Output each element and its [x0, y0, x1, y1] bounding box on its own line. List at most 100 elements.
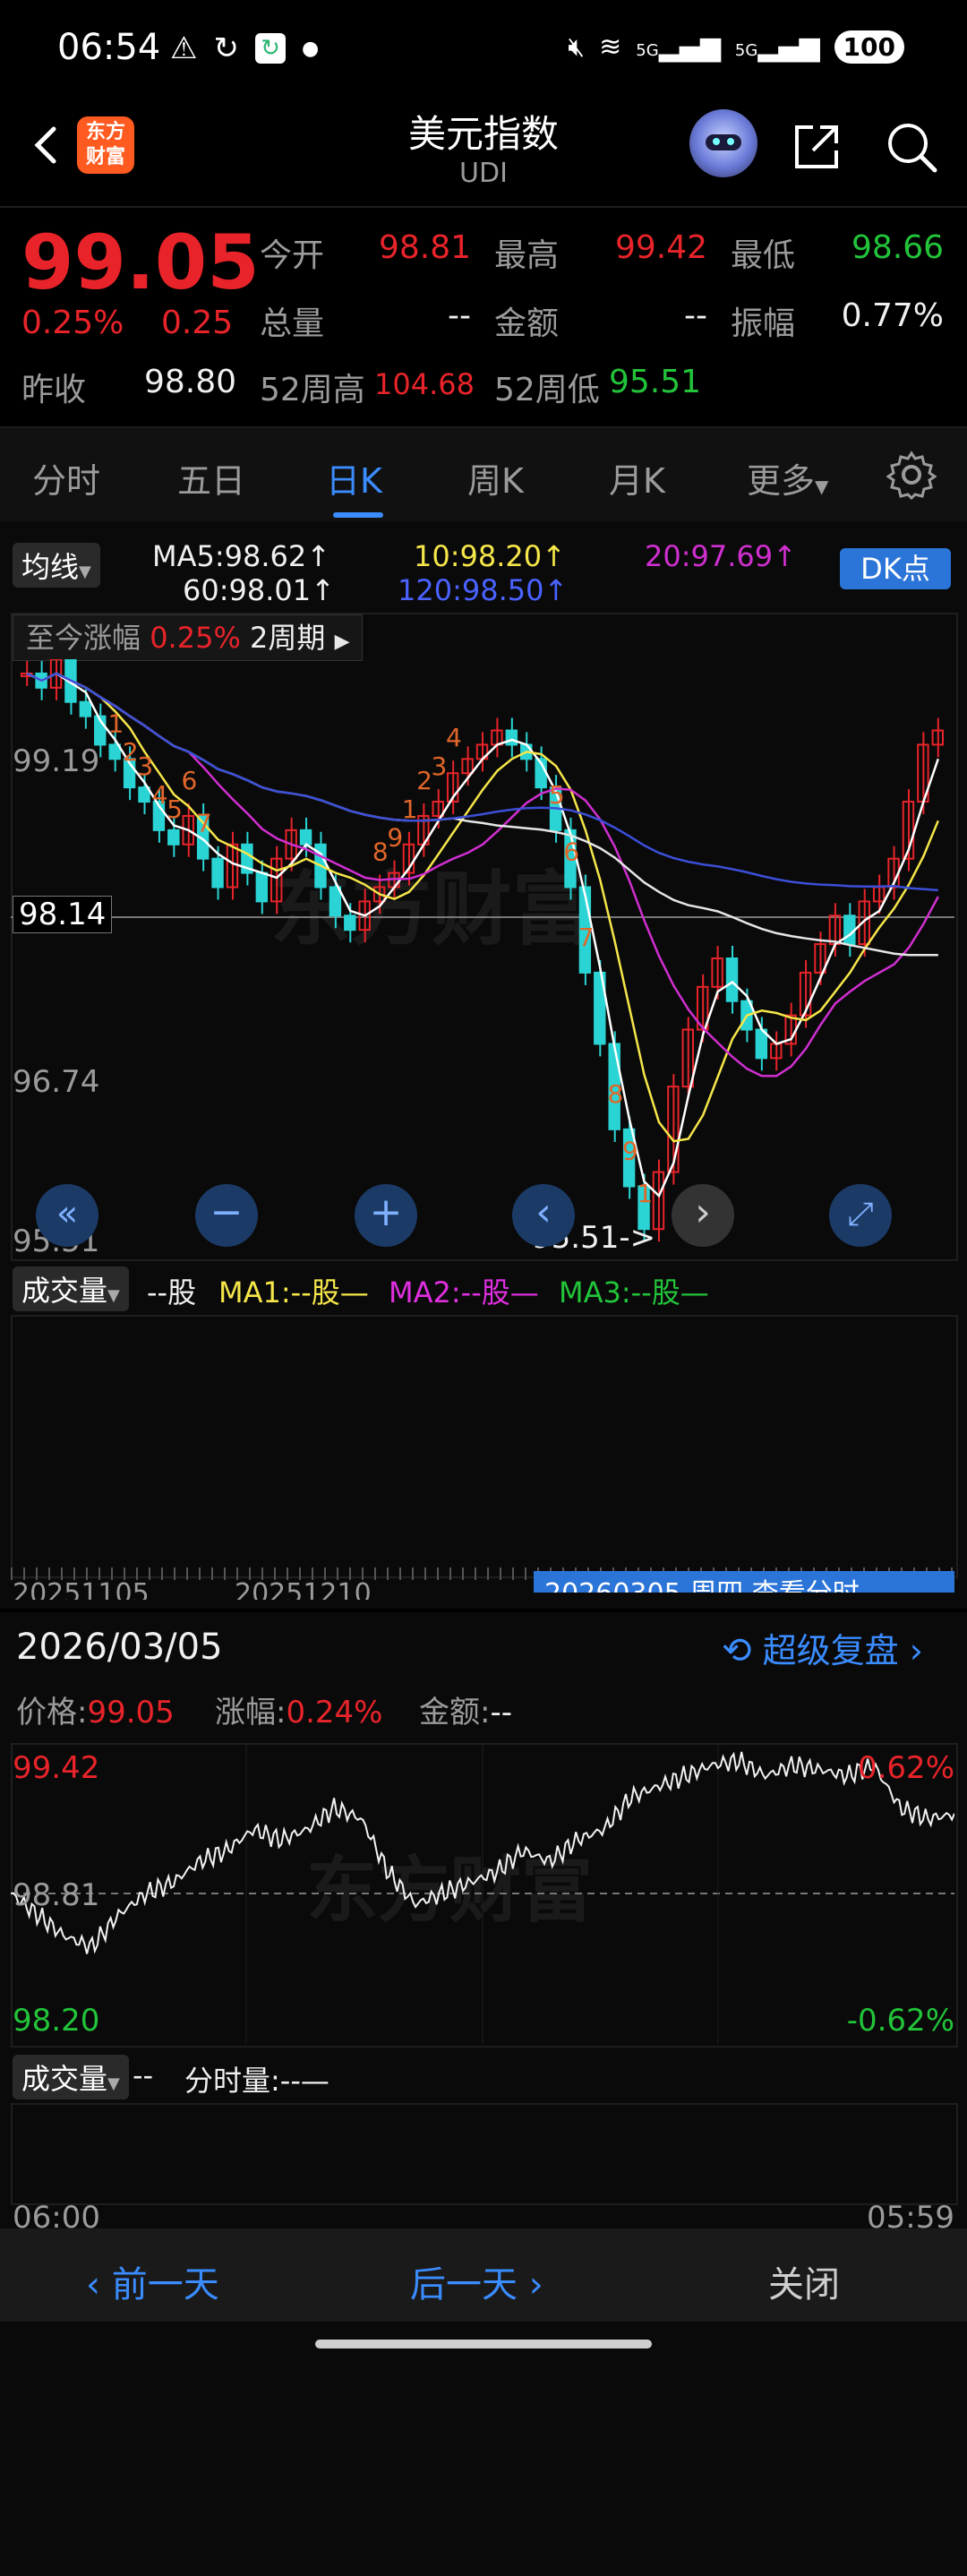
count-marker: 9 [622, 1136, 638, 1165]
status-time: 06:54 [57, 27, 161, 68]
indicator-select[interactable]: 均线▼ [13, 543, 100, 588]
intraday-volume-frame [11, 2103, 958, 2205]
candle-body [167, 829, 180, 846]
volume-plot-frame [11, 1315, 958, 1578]
super-replay-button[interactable]: ⟲ 超级复盘 › [722, 1623, 923, 1672]
day-amount: 金额:-- [419, 1695, 513, 1730]
count-marker: 6 [182, 766, 198, 795]
assistant-robot-icon[interactable] [689, 109, 757, 177]
amplitude-label: 振幅 [731, 305, 796, 342]
intraday-top-value: 99.42 [13, 1750, 100, 1786]
battery-indicator: 100 [834, 30, 904, 64]
count-marker: 1 [402, 794, 418, 824]
candle-body [329, 886, 342, 917]
selected-date-tip[interactable]: 20260305 周四 查看分时 [534, 1571, 954, 1593]
candle-body [79, 700, 92, 717]
count-marker: 7 [196, 809, 212, 838]
dot-icon: ● [301, 37, 320, 60]
change-value: 0.25 [161, 305, 234, 341]
scroll-left-button[interactable]: ‹ [512, 1184, 575, 1247]
count-marker: 2 [416, 766, 432, 795]
count-marker: 1 [107, 708, 124, 738]
candle-body [344, 914, 356, 932]
intraday-svg[interactable]: 东方财富 [11, 1743, 954, 2044]
period-tabs: 分时 五日 日K 周K 月K 更多▼ [0, 426, 967, 523]
vol-ma3: MA3:--股— [559, 1275, 709, 1309]
day-price: 价格:99.05 [16, 1695, 175, 1730]
ma10-label: 10:98.20↑ [414, 539, 566, 573]
candle-body [725, 957, 739, 1002]
count-marker: 5 [167, 794, 183, 824]
candle-body [211, 857, 224, 889]
count-marker: 3 [137, 751, 153, 781]
tab-more[interactable]: 更多▼ [747, 453, 828, 502]
count-marker: 9 [387, 823, 403, 853]
ma60-label: 60:98.01↑ [183, 573, 335, 607]
tab-intraday[interactable]: 分时 [32, 453, 100, 502]
tab-daily-k[interactable]: 日K [326, 453, 382, 502]
app-header: 东方 财富 美元指数 UDI [0, 99, 967, 208]
wk52-low-value: 95.51 [609, 364, 702, 400]
tab-five-day[interactable]: 五日 [177, 453, 245, 502]
current-price: 99.05 [21, 219, 260, 306]
volume-label: 总量 [260, 305, 325, 342]
bottom-nav-bar: ‹ 前一天 后一天 › 关闭 [0, 2228, 967, 2322]
amount-label: 金额 [494, 305, 560, 342]
count-marker: 1 [637, 1179, 653, 1208]
low-label: 最低 [731, 237, 796, 274]
selected-date: 2026/03/05 [16, 1627, 223, 1668]
home-indicator [315, 2340, 652, 2348]
chevron-right-icon: › [528, 2264, 543, 2306]
fullscreen-button[interactable]: ⤢ [829, 1184, 892, 1247]
zoom-out-button[interactable]: − [195, 1184, 258, 1247]
history-clock-icon: ⟲ [722, 1630, 752, 1671]
ma5-label: MA5:98.62↑ [152, 539, 331, 573]
count-marker: 4 [446, 723, 462, 752]
scroll-right-button[interactable]: › [672, 1184, 734, 1247]
intraday-volume-select[interactable]: 成交量▼ [13, 2055, 129, 2099]
count-marker: 8 [372, 837, 389, 866]
candle-body [505, 729, 518, 746]
minute-volume: 分时量:--— [184, 2064, 329, 2098]
intraday-top-pct: 0.62% [857, 1750, 954, 1786]
tab-monthly-k[interactable]: 月K [609, 453, 665, 502]
high-value: 99.42 [614, 229, 707, 266]
close-button[interactable]: 关闭 [768, 2255, 840, 2307]
ma20-label: 20:97.69↑ [645, 539, 797, 573]
signal-1: 5G▂▄▆ [636, 31, 721, 63]
candle-body [843, 914, 856, 946]
search-icon[interactable] [883, 118, 940, 176]
volume-unit: --股 [147, 1275, 197, 1309]
volume-select[interactable]: 成交量▼ [13, 1267, 129, 1311]
ma120-label: 120:98.50↑ [398, 573, 569, 607]
wk52-low-label: 52周低 [494, 372, 600, 408]
high-label: 最高 [494, 237, 560, 274]
watermark: 东方财富 [306, 1849, 593, 1932]
date-axis-mid: 20251210 [235, 1578, 372, 1600]
next-day-button[interactable]: 后一天 › [410, 2255, 543, 2307]
status-bar: 06:54 ⚠ ↻ ↻ ● 🔇︎ ≋ 5G▂▄▆ 5G▂▄▆ 100 [0, 0, 967, 99]
day-detail-panel: 2026/03/05 ⟲ 超级复盘 › 价格:99.05 涨幅:0.24% 金额… [0, 1609, 967, 2576]
y-label-current: 98.14 [13, 896, 113, 933]
volume-value: -- [448, 297, 471, 334]
y-label-top: 99.19 [13, 743, 100, 779]
kline-svg[interactable]: 东方财富 1234567891234567891 [11, 659, 954, 1258]
open-value: 98.81 [378, 229, 471, 266]
open-label: 今开 [260, 237, 325, 274]
count-marker: 8 [608, 1079, 624, 1109]
scroll-left-fast-button[interactable]: « [36, 1184, 98, 1247]
tab-weekly-k[interactable]: 周K [467, 453, 524, 502]
prev-day-button[interactable]: ‹ 前一天 [86, 2255, 219, 2307]
change-percent: 0.25% [21, 305, 124, 341]
low-value: 98.66 [851, 229, 944, 266]
share-icon[interactable] [788, 118, 845, 176]
vol-ma2: MA2:--股— [389, 1275, 539, 1309]
zoom-in-button[interactable]: + [355, 1184, 417, 1247]
dk-point-button[interactable]: DK点 [840, 548, 951, 589]
dropdown-caret-icon: ▼ [815, 476, 829, 497]
wk52-high-value: 104.68 [374, 367, 475, 401]
gear-icon[interactable] [886, 450, 937, 500]
chevron-left-icon: ‹ [86, 2264, 100, 2306]
wifi-icon: ≋ [599, 31, 622, 63]
period-gain-box[interactable]: 至今涨幅 0.25% 2周期 ▶ [13, 614, 364, 661]
